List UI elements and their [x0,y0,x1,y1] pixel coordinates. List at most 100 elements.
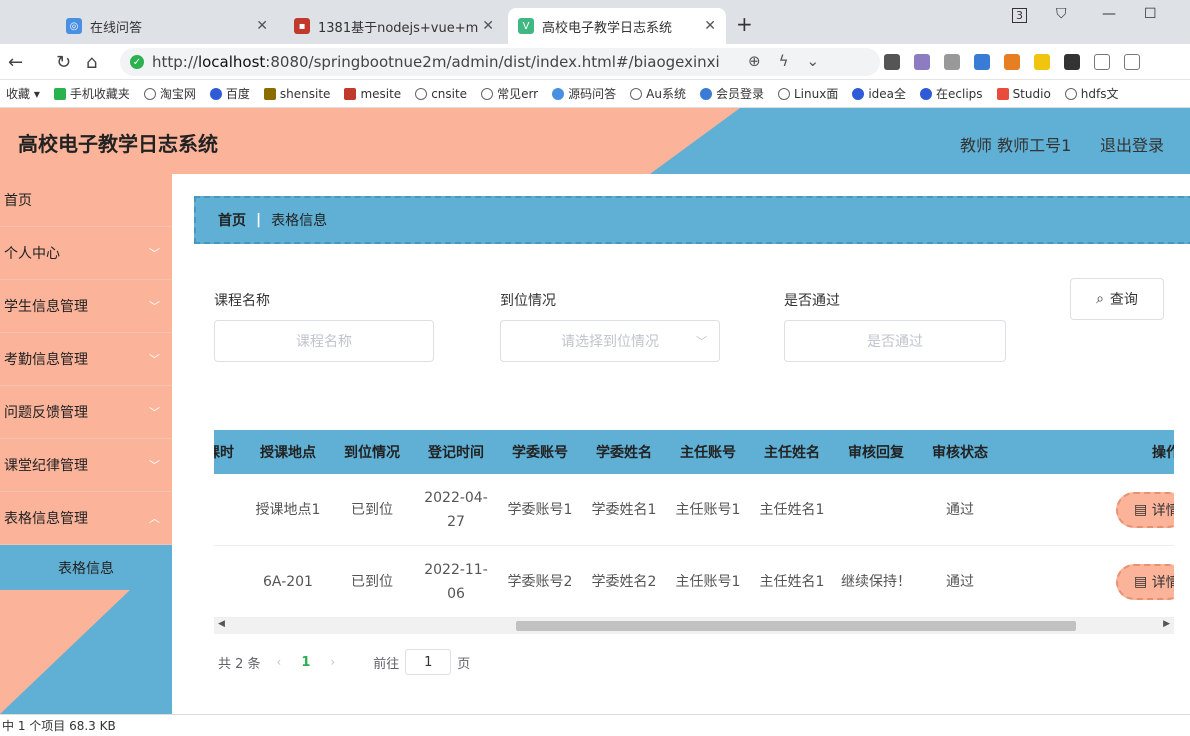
bookmark-item[interactable]: 常见err [481,85,538,102]
bookmark-item[interactable]: Au系统 [630,85,686,102]
sidebar-item-feedback[interactable]: 问题反馈管理 ﹀ [0,386,172,439]
game-icon[interactable] [1004,54,1020,70]
sidebar-item-home[interactable]: 首页 [0,174,172,227]
dropdown-icon[interactable]: ⌄ [806,52,819,70]
cell-time: 2022-11-06 [424,562,488,602]
bookmark-item[interactable]: shensite [263,87,330,101]
detail-button[interactable]: ▤ 详情 [1116,564,1174,600]
cell-time: 2022-04-27 [424,490,488,530]
bookmark-item[interactable]: hdfs文 [1064,85,1119,102]
sidebar-item-personal-center[interactable]: 个人中心 ﹀ [0,227,172,280]
url-host: localhost [197,53,266,71]
next-page-icon[interactable]: › [330,655,335,669]
sidebar-item-attendance[interactable]: 考勤信息管理 ﹀ [0,333,172,386]
scrollbar-thumb[interactable] [516,621,1076,631]
goto-label: 前往 [373,656,400,672]
download-icon[interactable] [1094,54,1110,70]
bookmark-item[interactable]: 在eclips [920,85,983,102]
cell-dir-account: 主任账号1 [675,574,741,590]
browser-tab-bar: ◎ 在线问答 ✕ ▪ 1381基于nodejs+vue+mysq ✕ V 高校电… [0,0,1190,44]
course-input[interactable]: 课程名称 [214,320,434,362]
tab-count-icon[interactable]: 3 [1012,8,1027,23]
shield-icon[interactable] [1034,54,1050,70]
data-table: 课时 授课地点 到位情况 登记时间 学委账号 学委姓名 主任账号 主任姓名 审核… [214,430,1174,634]
cell-attendance: 已到位 [351,502,393,518]
cell-status: 通过 [946,574,974,590]
new-tab-button[interactable]: + [736,12,753,36]
chevron-up-icon: ︿ [149,512,160,525]
horizontal-scrollbar[interactable]: ◀ ▶ [214,618,1174,634]
browser-tab-3[interactable]: V 高校电子教学日志系统 ✕ [508,8,726,44]
tab-title: 在线问答 [90,20,143,36]
table-row: 授课地点1 已到位 2022-04-27 学委账号1 学委姓名1 主任账号1 主… [214,474,1174,546]
goto-page-input[interactable]: 1 [405,649,452,675]
translate-icon[interactable] [914,54,930,70]
cell-location: 授课地点1 [255,502,321,518]
close-icon[interactable]: ✕ [256,18,268,34]
query-button[interactable]: ⌕ 查询 [1070,278,1164,320]
bookmark-item[interactable]: cnsite [415,87,467,101]
bookmark-item[interactable]: 淘宝网 [143,85,196,102]
approved-input[interactable]: 是否通过 [784,320,1006,362]
cell-attendance: 已到位 [351,574,393,590]
sidebar-item-student-info[interactable]: 学生信息管理 ﹀ [0,280,172,333]
column-header: 审核回复 [848,445,904,461]
bookmark-item[interactable]: idea全 [852,85,906,102]
bookmark-item[interactable]: 百度 [209,85,250,102]
status-text: 中 1 个项目 68.3 KB [2,719,116,733]
cell-dir-name: 主任姓名1 [759,502,825,518]
browser-tab-2[interactable]: ▪ 1381基于nodejs+vue+mysq ✕ [284,8,504,44]
bookmark-item[interactable]: Studio [996,87,1051,101]
chevron-down-icon: ﹀ [149,300,160,313]
page-number-current[interactable]: 1 [301,655,310,670]
site-icon [344,87,357,100]
chevron-down-icon: ﹀ [149,247,160,260]
minimize-icon[interactable]: — [1102,6,1116,22]
browser-tab-1[interactable]: ◎ 在线问答 ✕ [56,8,278,44]
vue-logo-icon: V [518,18,534,34]
column-header: 登记时间 [428,445,484,461]
globe-icon [143,87,156,100]
bookmark-item[interactable]: 会员登录 [699,85,764,102]
bookmark-item[interactable]: 手机收藏夹 [53,85,130,102]
lightning-icon[interactable]: ϟ [779,52,789,70]
bookmark-item[interactable]: 收藏 ▾ [6,85,40,102]
globe-icon: ◎ [66,18,82,34]
scroll-right-icon[interactable]: ▶ [1163,619,1170,629]
maximize-icon[interactable]: ☐ [1144,6,1157,22]
tab-title: 高校电子教学日志系统 [542,20,673,36]
home-icon[interactable]: ⌂ [86,52,97,73]
logout-button[interactable]: 退出登录 [1100,132,1164,156]
course-label: 课程名称 [214,293,270,309]
reload-icon[interactable]: ↻ [56,52,71,73]
undo-icon[interactable] [1124,54,1140,70]
breadcrumb: 首页 | 表格信息 [194,196,1190,244]
app-title: 高校电子教学日志系统 [18,132,218,156]
secure-icon: ✓ [130,55,144,69]
apps-icon[interactable] [1064,54,1080,70]
detail-button[interactable]: ▤ 详情 [1116,492,1174,528]
sidebar-subitem-table-info[interactable]: 表格信息 [0,545,172,591]
sidebar-item-table-info[interactable]: 表格信息管理 ︿ [0,492,172,545]
scissors-icon[interactable] [944,54,960,70]
site-icon [996,87,1009,100]
prev-page-icon[interactable]: ‹ [277,655,282,669]
extension-icon[interactable] [884,54,900,70]
sidebar-item-discipline[interactable]: 课堂纪律管理 ﹀ [0,439,172,492]
document-icon: ▤ [1134,574,1152,590]
url-actions: ⊕ ϟ ⌄ [748,52,819,70]
bookmark-item[interactable]: 源码问答 [552,85,616,102]
close-icon[interactable]: ✕ [704,18,716,34]
chevron-down-icon: ﹀ [149,353,160,366]
attendance-select[interactable]: 请选择到位情况 ﹀ [500,320,720,362]
bookmark-item[interactable]: Linux面 [777,85,838,102]
shirt-icon[interactable]: ⛉ [1056,6,1067,22]
bookmark-item[interactable]: mesite [344,87,401,101]
search-icon[interactable] [974,54,990,70]
zoom-icon[interactable]: ⊕ [748,52,761,70]
close-icon[interactable]: ✕ [482,18,494,34]
breadcrumb-home[interactable]: 首页 [218,210,246,230]
back-icon[interactable]: ← [8,52,23,73]
baidu-icon [852,87,865,100]
scroll-left-icon[interactable]: ◀ [218,619,225,629]
